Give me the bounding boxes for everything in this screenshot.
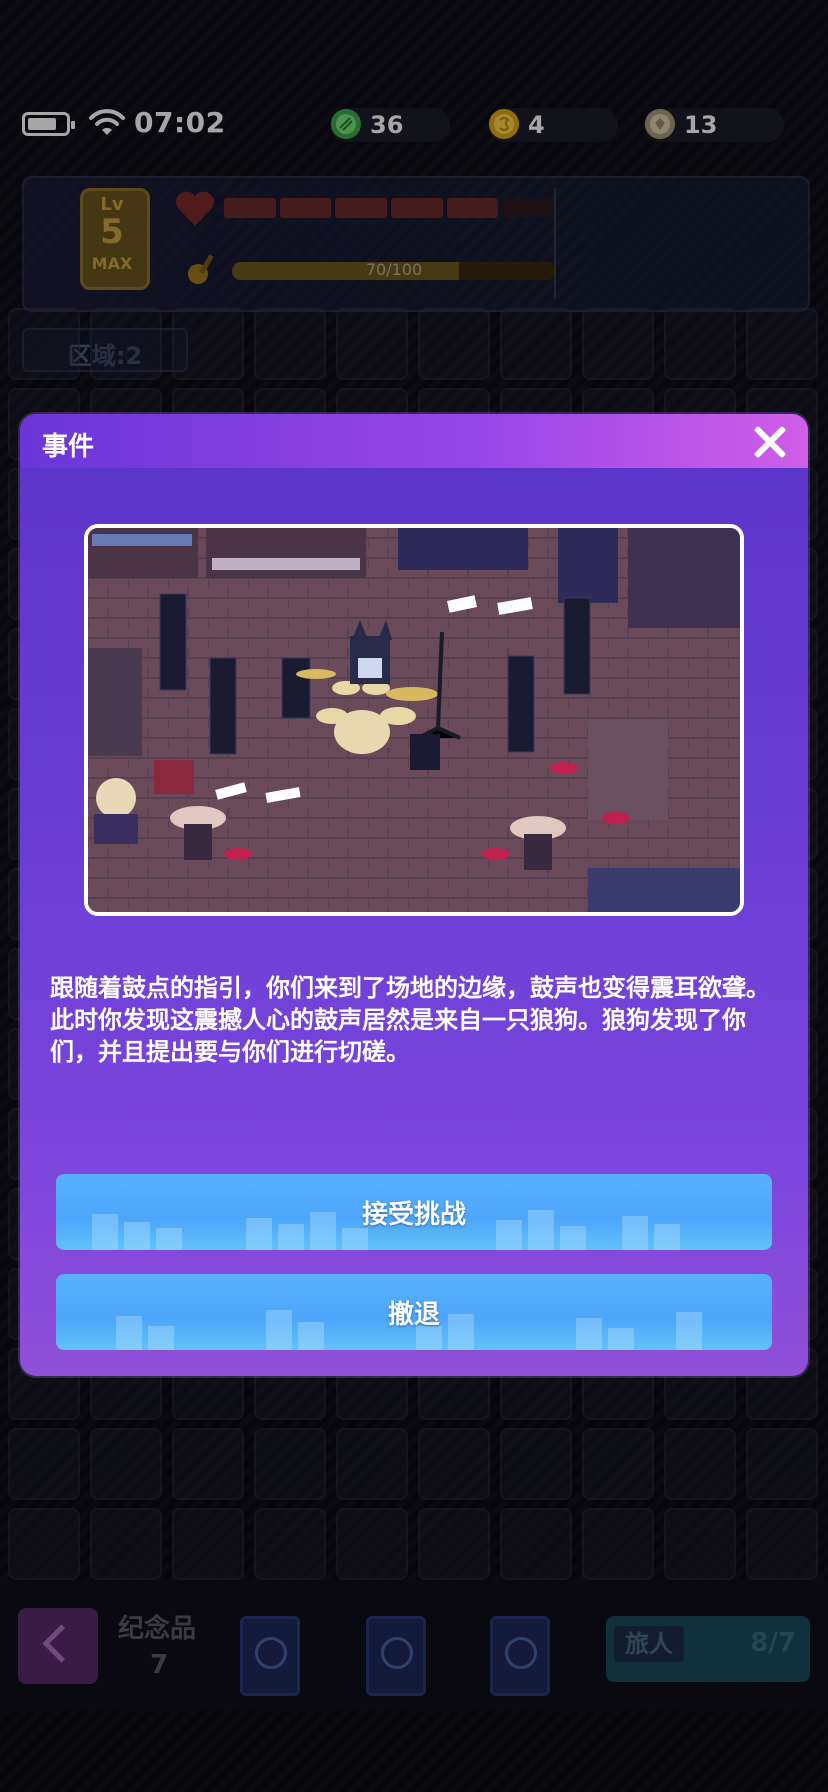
event-description: 跟随着鼓点的指引，你们来到了场地的边缘，鼓声也变得震耳欲聋。此时你发现这震撼人心…	[50, 974, 770, 1066]
retreat-button[interactable]: 撤退	[56, 1274, 772, 1350]
event-modal: 事件 跟随着鼓点的指引，你们来到了场地的边缘，鼓声也变得震耳欲聋。此时你发现这震…	[20, 414, 808, 1376]
accept-challenge-button[interactable]: 接受挑战	[56, 1174, 772, 1250]
modal-header: 事件	[20, 414, 808, 468]
modal-title: 事件	[42, 432, 95, 462]
retreat-label: 撤退	[387, 1300, 440, 1330]
drummer-scene-image	[88, 528, 740, 912]
close-icon[interactable]	[752, 424, 788, 460]
accept-challenge-label: 接受挑战	[361, 1200, 466, 1230]
event-illustration	[84, 524, 744, 916]
